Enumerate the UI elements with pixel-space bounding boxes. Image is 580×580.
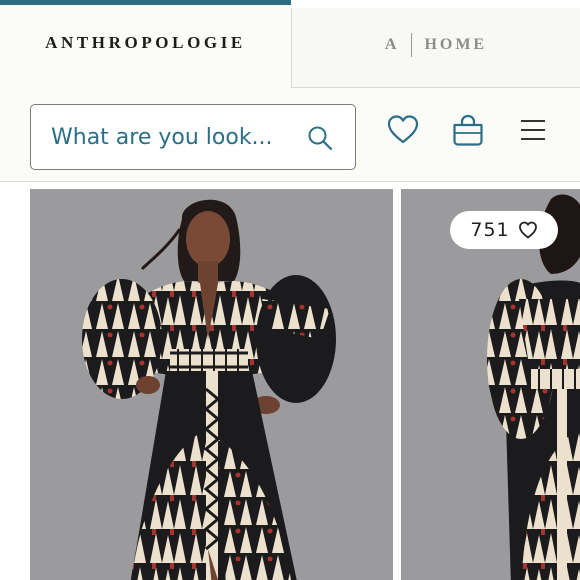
- tab-a-home-label-left: A: [384, 35, 400, 53]
- product-grid: 751: [0, 183, 580, 580]
- search-input[interactable]: [51, 119, 301, 155]
- like-count: 751: [470, 219, 510, 241]
- tab-a-home-label-right: HOME: [424, 35, 488, 53]
- menu-icon[interactable]: [516, 113, 550, 147]
- search-box[interactable]: [30, 104, 356, 170]
- product-card[interactable]: [30, 189, 393, 580]
- tab-anthropologie-label: ANTHROPOLOGIE: [45, 32, 246, 52]
- product-photo-dress-1[interactable]: [30, 189, 393, 580]
- tab-a-home[interactable]: A HOME: [291, 8, 580, 88]
- heart-icon[interactable]: [386, 113, 420, 147]
- store-tabs: ANTHROPOLOGIE A HOME: [0, 0, 580, 88]
- heart-icon: [518, 221, 537, 239]
- header: [0, 88, 580, 182]
- shopping-bag-icon[interactable]: [451, 113, 485, 147]
- search-icon[interactable]: [307, 125, 333, 151]
- tab-anthropologie[interactable]: ANTHROPOLOGIE: [0, 0, 291, 88]
- tab-a-home-label: A HOME: [384, 32, 488, 57]
- product-card[interactable]: 751: [401, 189, 580, 580]
- tab-divider: [411, 32, 413, 57]
- like-count-badge[interactable]: 751: [450, 211, 558, 249]
